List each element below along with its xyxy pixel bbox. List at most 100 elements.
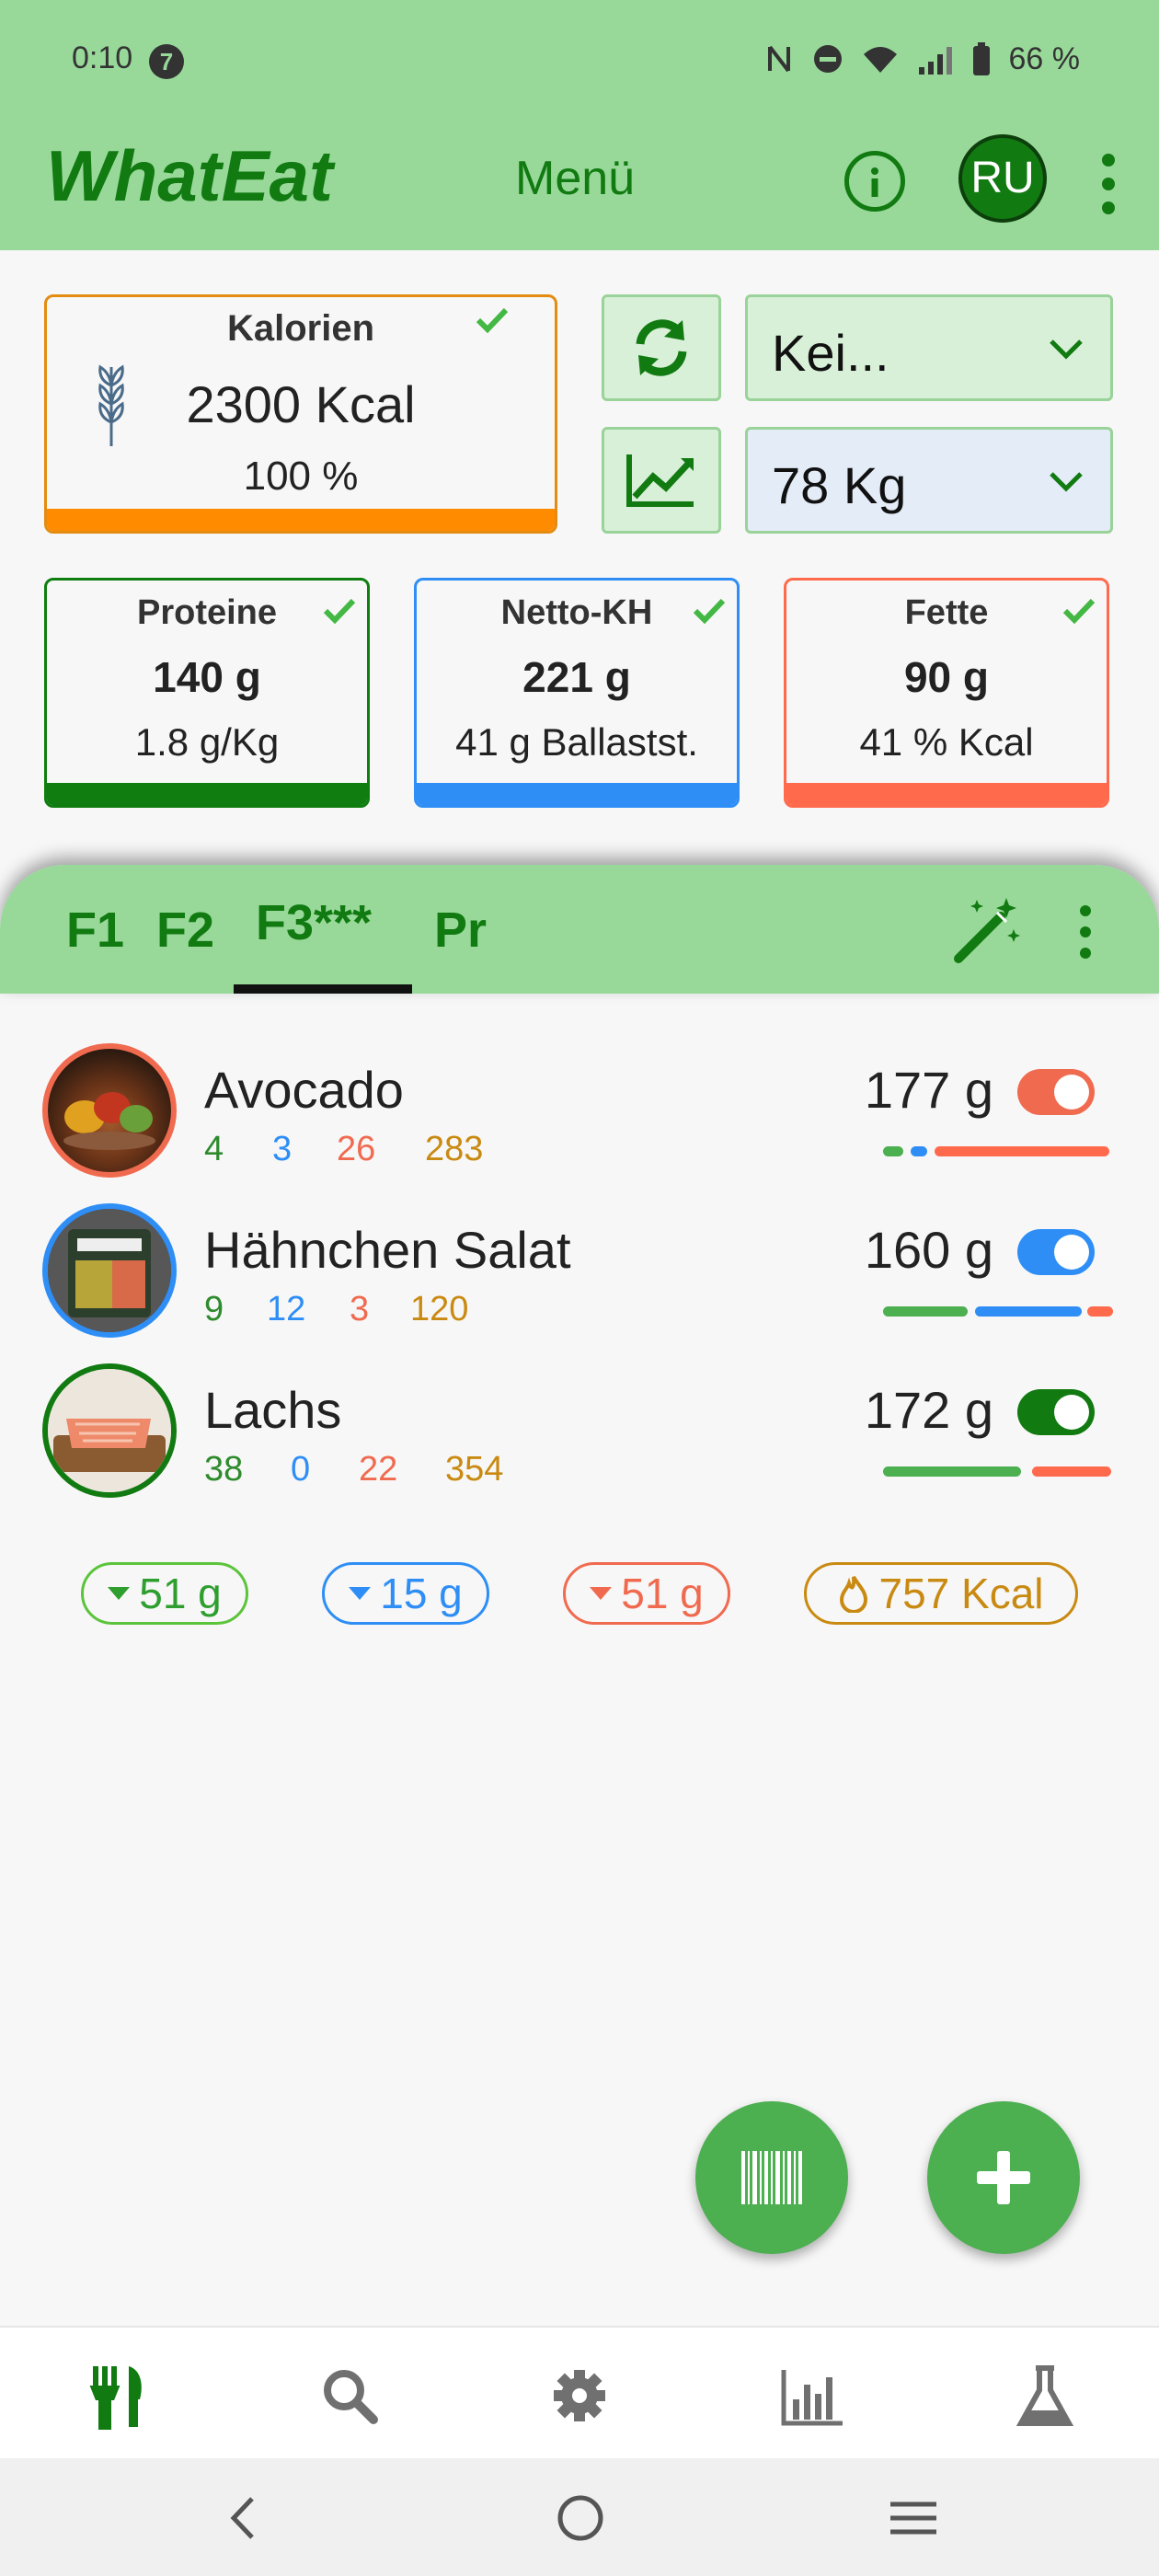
calories-percent: 100 % <box>243 454 359 499</box>
food-fat: 3 <box>350 1290 370 1328</box>
food-protein: 38 <box>204 1450 244 1489</box>
list-item[interactable]: Hähnchen Salat 9 12 3 120 160 g <box>0 1203 1159 1341</box>
fat-label: Fette <box>904 593 989 632</box>
barcode-scan-button[interactable] <box>695 2101 848 2254</box>
menu-link[interactable]: Menü <box>515 151 635 206</box>
food-name: Hähnchen Salat <box>204 1221 571 1279</box>
carbs-segment <box>911 1146 927 1156</box>
weight-chart-button[interactable] <box>602 427 721 534</box>
app-title: WhatEat <box>46 135 333 216</box>
system-navigation <box>0 2458 1159 2576</box>
fat-remaining-chip: 51 g <box>563 1562 730 1625</box>
protein-segment <box>883 1306 968 1317</box>
carbs-card[interactable]: Netto-KH 221 g 41 g Ballastst. <box>414 578 740 808</box>
magic-wand-icon[interactable] <box>949 892 1023 966</box>
calories-label: Kalorien <box>226 308 375 349</box>
food-name: Lachs <box>204 1381 342 1439</box>
calories-progress-bar <box>47 509 555 531</box>
food-carbs: 12 <box>267 1290 306 1328</box>
food-amount[interactable]: 177 g <box>865 1060 993 1120</box>
triangle-down-icon <box>108 1587 131 1600</box>
triangle-down-icon <box>590 1587 613 1600</box>
food-fat: 26 <box>337 1130 376 1168</box>
weight-select[interactable]: 78 Kg <box>745 427 1113 534</box>
diet-select-value: Kei... <box>772 324 889 382</box>
protein-progress-bar <box>47 783 367 805</box>
refresh-icon <box>636 319 687 376</box>
flask-icon[interactable] <box>999 2350 1091 2442</box>
diet-select[interactable]: Kei... <box>745 294 1113 401</box>
barcode-icon <box>741 2151 802 2204</box>
food-amount[interactable]: 172 g <box>865 1380 993 1440</box>
protein-value: 140 g <box>153 653 261 701</box>
food-toggle[interactable] <box>1017 1229 1095 1275</box>
notification-badge: 7 <box>149 44 184 79</box>
plus-icon <box>977 2151 1030 2204</box>
battery-percent: 66 % <box>1008 40 1081 76</box>
carbs-sub: 41 g Ballastst. <box>455 720 698 764</box>
status-time: 0:10 <box>72 40 133 75</box>
gear-icon[interactable] <box>534 2350 625 2442</box>
tab-more-icon[interactable] <box>1074 902 1096 962</box>
info-icon[interactable] <box>844 151 905 212</box>
tab-f1[interactable]: F1 <box>66 902 124 959</box>
kcal-remaining-chip: 757 Kcal <box>804 1562 1078 1625</box>
add-food-button[interactable] <box>927 2101 1080 2254</box>
search-icon[interactable] <box>304 2350 396 2442</box>
kcal-remaining: 757 Kcal <box>878 1570 1044 1617</box>
refresh-button[interactable] <box>602 294 721 401</box>
food-carbs: 0 <box>291 1450 311 1489</box>
protein-label: Proteine <box>136 593 278 632</box>
nfc-icon <box>767 45 790 73</box>
food-protein: 4 <box>204 1130 224 1168</box>
line-chart-icon <box>626 454 694 507</box>
carbs-label: Netto-KH <box>500 593 653 632</box>
chevron-down-icon <box>1050 472 1083 492</box>
carbs-progress-bar <box>417 783 737 805</box>
tab-pr[interactable]: Pr <box>434 902 487 959</box>
wifi-icon <box>863 47 897 73</box>
list-item[interactable]: Lachs 38 0 22 354 172 g <box>0 1363 1159 1501</box>
food-amount[interactable]: 160 g <box>865 1220 993 1280</box>
food-kcal: 120 <box>410 1290 469 1328</box>
food-toggle[interactable] <box>1017 1389 1095 1435</box>
food-kcal: 354 <box>445 1450 504 1489</box>
carbs-segment <box>975 1306 1082 1317</box>
tab-f3[interactable]: F3*** <box>256 894 372 951</box>
food-image <box>42 1363 177 1498</box>
avatar[interactable]: RU <box>958 134 1047 223</box>
top-bar: 0:10 7 66 % WhatEat Menü RU <box>0 0 1159 250</box>
signal-icon <box>918 47 952 75</box>
fat-segment <box>1087 1306 1113 1317</box>
protein-card[interactable]: Proteine 140 g 1.8 g/Kg <box>44 578 370 808</box>
dnd-icon <box>813 45 842 73</box>
system-icons: 66 % <box>766 40 1081 77</box>
fat-sub: 41 % Kcal <box>859 720 1034 764</box>
list-item[interactable]: Avocado 4 3 26 283 177 g <box>0 1043 1159 1181</box>
fork-knife-icon[interactable] <box>70 2350 162 2442</box>
back-icon[interactable] <box>212 2486 276 2550</box>
flame-icon <box>840 1575 868 1613</box>
food-image <box>42 1043 177 1178</box>
tab-f2[interactable]: F2 <box>156 902 214 959</box>
recents-icon[interactable] <box>881 2486 946 2550</box>
food-toggle[interactable] <box>1017 1069 1095 1115</box>
fat-segment <box>1032 1466 1111 1477</box>
fat-progress-bar <box>786 783 1107 805</box>
food-image <box>42 1203 177 1338</box>
protein-remaining-chip: 51 g <box>81 1562 248 1625</box>
more-vert-icon[interactable] <box>1095 151 1122 217</box>
app-bar: WhatEat Menü RU <box>0 125 1159 250</box>
chevron-down-icon <box>1050 339 1083 360</box>
calories-card[interactable]: Kalorien 2300 Kcal 100 % <box>44 294 557 534</box>
home-icon[interactable] <box>548 2486 613 2550</box>
protein-segment <box>883 1146 903 1156</box>
bar-chart-icon[interactable] <box>765 2350 857 2442</box>
food-protein: 9 <box>204 1290 224 1328</box>
protein-remaining: 51 g <box>139 1570 222 1617</box>
fat-card[interactable]: Fette 90 g 41 % Kcal <box>784 578 1109 808</box>
protein-sub: 1.8 g/Kg <box>134 720 280 764</box>
food-kcal: 283 <box>425 1130 484 1168</box>
meal-tabs: F1 F2 F3*** Pr <box>0 865 1159 994</box>
fat-remaining: 51 g <box>621 1570 704 1617</box>
